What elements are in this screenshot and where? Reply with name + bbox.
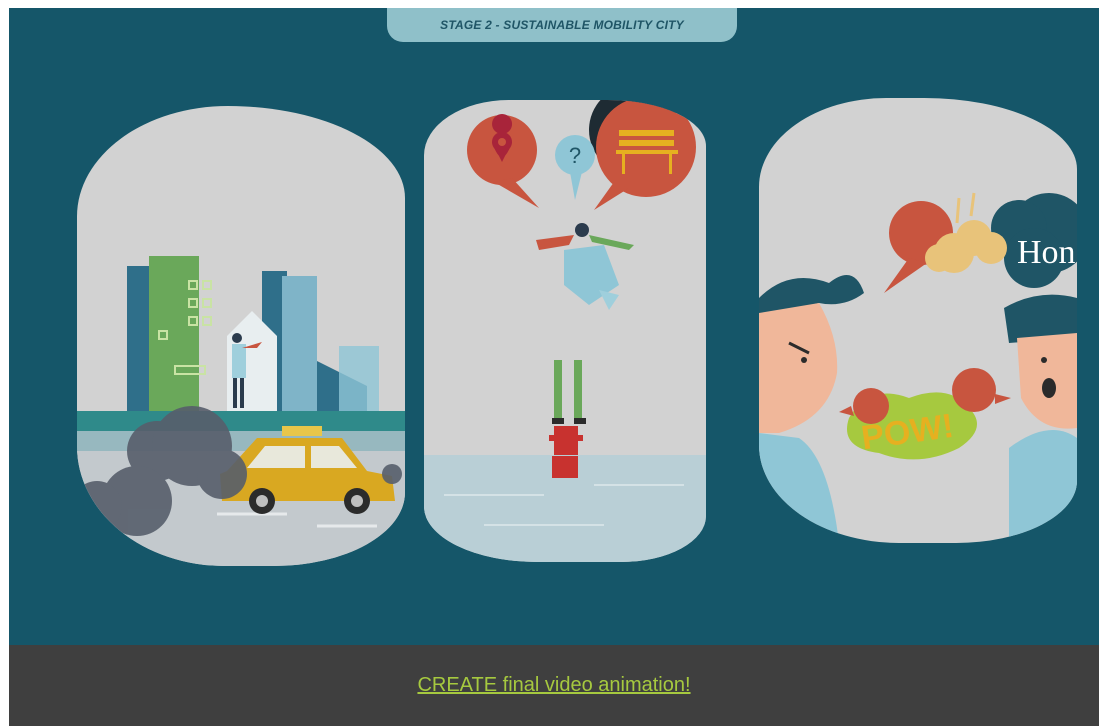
worried-man-right [1004,294,1077,543]
horn-text: Hon [1017,234,1076,271]
question-mark-icon: ? [555,135,595,200]
panel-argument: Hon POW! [759,98,1077,543]
sidewalk [77,411,405,431]
street-edge [77,431,405,451]
panel-confused-commuter: ? [424,100,706,562]
stage-title: STAGE 2 - SUSTAINABLE MOBILITY CITY [440,18,684,32]
building [282,276,317,411]
pow-bubble: POW! [839,368,1011,460]
commuter-figure [536,223,634,424]
bench-icon [594,100,696,210]
location-pin-icon [467,114,539,208]
person-body [232,344,246,378]
video-frame[interactable]: STAGE 2 - SUSTAINABLE MOBILITY CITY ? Ho… [9,8,1099,645]
person-head [232,333,242,343]
create-video-link[interactable]: CREATE final video animation! [417,674,690,697]
svg-text:?: ? [569,143,581,168]
stage-banner: STAGE 2 - SUSTAINABLE MOBILITY CITY [387,8,737,42]
panel-city-traffic [77,106,405,566]
building [339,346,379,411]
footer-bar: CREATE final video animation! [9,645,1099,726]
